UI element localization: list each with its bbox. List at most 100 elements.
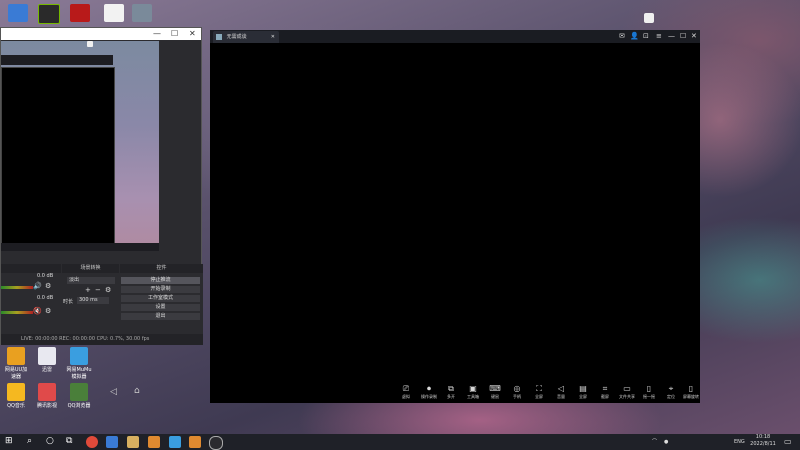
language-indicator[interactable]: ENG <box>734 434 745 450</box>
transition-select[interactable]: 淡出 <box>67 277 115 284</box>
shortcut-label: 网易UU加速器 <box>4 367 28 380</box>
desktop-shortcut-qqmusic[interactable]: QQ音乐 <box>3 383 29 409</box>
remove-icon[interactable]: − <box>95 286 101 294</box>
mixer-meter <box>1 286 33 289</box>
video-icon <box>38 383 56 401</box>
emulator-toolbar: ◁ ⌂ ⎚ 虚拟 ⏺ 操作录制 ⧉ 多开 ▣ 工具箱 ⌨ 键鼠 ◎ 手柄 ⛶ 全屏 ◁ 音量 ▤… <box>110 380 701 403</box>
nvidia-icon[interactable] <box>38 4 60 24</box>
emulator-tab[interactable]: 无需成谈 ✕ <box>213 31 279 43</box>
cortana-icon[interactable]: ○ <box>46 436 54 446</box>
add-icon[interactable]: + <box>85 286 91 294</box>
exit-button[interactable]: 退出 <box>121 313 200 320</box>
stop-stream-button[interactable]: 停止推流 <box>121 277 200 284</box>
gear-icon[interactable]: ⚙ <box>45 307 51 315</box>
search-icon[interactable]: ⌕ <box>27 436 32 446</box>
emulator-titlebar[interactable]: 无需成谈 ✕ ✉ 👤 ⊡ ≡ — ☐ ✕ <box>210 30 700 43</box>
wifi-icon[interactable]: ⌒ <box>652 434 657 450</box>
tool-screenshot[interactable]: ⌗ 截屏 <box>595 384 615 400</box>
maximize-icon[interactable]: ☐ <box>680 32 686 40</box>
settings-button[interactable]: 设置 <box>121 304 200 311</box>
emulator-window[interactable]: 无需成谈 ✕ ✉ 👤 ⊡ ≡ — ☐ ✕ <box>210 30 700 403</box>
computer-icon[interactable] <box>8 4 28 22</box>
tool-record[interactable]: ⏺ 操作录制 <box>419 384 439 400</box>
studio-mode-button[interactable]: 工作室模式 <box>121 295 200 302</box>
qqmusic-icon <box>7 383 25 401</box>
desktop-shortcut-mumu[interactable]: 网易MuMu模拟器 <box>66 347 92 380</box>
desktop-shortcut-thunder[interactable]: 迅雷 <box>34 347 60 373</box>
mumu-taskbar-icon[interactable] <box>169 436 181 448</box>
transition-header: 场景转换 <box>62 264 119 273</box>
app-icon[interactable] <box>106 436 118 448</box>
tool-virtual[interactable]: ⎚ 虚拟 <box>396 384 416 400</box>
tab-title: 无需成谈 <box>226 34 247 40</box>
tool-share[interactable]: ▭ 文件共享 <box>617 384 637 400</box>
tool-keyboard[interactable]: ⌨ 键鼠 <box>485 384 505 400</box>
recycle-bin-icon[interactable] <box>644 13 654 23</box>
tool-gamepad[interactable]: ◎ 手柄 <box>507 384 527 400</box>
back-icon[interactable]: ◁ <box>110 387 117 397</box>
gear-icon[interactable]: ⚙ <box>45 282 51 290</box>
status-text: LIVE: 00:00:00 REC: 00:00:00 CPU: 0.7%, … <box>21 336 150 342</box>
duration-input[interactable]: 300 ms <box>77 297 109 304</box>
app-red-icon[interactable] <box>70 4 90 22</box>
tool-multi[interactable]: ⧉ 多开 <box>441 384 461 400</box>
tool-rotate[interactable]: ▯ 屏幕旋转 <box>681 384 701 400</box>
gear-icon[interactable]: ⚙ <box>105 286 111 294</box>
obs-window[interactable]: — ☐ ✕ 场景转换 控件 0.0 dB 🔊 ⚙ 0.0 dB 🔇 ⚙ 淡出 +… <box>0 27 203 345</box>
obs-taskbar-icon[interactable] <box>209 436 223 450</box>
desktop-shortcut-video[interactable]: 腾讯影视 <box>34 383 60 409</box>
fullscreen-icon: ⛶ <box>536 384 542 393</box>
shake-icon: ▯ <box>646 384 652 393</box>
camera-icon: ⎚ <box>402 384 410 393</box>
tool-toolbox[interactable]: ▣ 工具箱 <box>463 384 483 400</box>
clock-date: 2022/8/11 <box>750 441 776 447</box>
speaker-icon[interactable]: 🔊 <box>33 282 42 290</box>
skin-icon[interactable]: ⊡ <box>643 32 649 40</box>
obs-mini-status <box>1 243 159 251</box>
windows-icon[interactable]: ⊞ <box>5 436 13 446</box>
tool-volume[interactable]: ◁ 音量 <box>551 384 571 400</box>
explorer-icon[interactable] <box>127 436 139 448</box>
gamepad-icon: ◎ <box>513 384 521 393</box>
clock[interactable]: 10:18 2022/8/11 <box>748 434 778 448</box>
mail-icon[interactable]: ✉ <box>619 32 625 40</box>
close-icon[interactable]: ✕ <box>189 29 196 39</box>
desktop-shortcut-browser[interactable]: QQ浏览器 <box>66 383 92 409</box>
tray-icon[interactable]: ● <box>664 434 668 450</box>
notification-icon[interactable]: ▭ <box>784 434 792 450</box>
mixer-header <box>1 264 61 273</box>
rotate-icon: ▯ <box>688 384 694 393</box>
chrome-icon[interactable] <box>86 436 98 448</box>
gallery-icon[interactable] <box>132 4 152 22</box>
mixer-level: 0.0 dB <box>37 273 54 279</box>
mute-icon[interactable]: 🔇 <box>33 307 42 315</box>
minimize-icon[interactable]: — <box>668 32 675 40</box>
taskview-icon[interactable]: ⧉ <box>66 436 72 446</box>
app-icon[interactable] <box>189 436 201 448</box>
maximize-icon[interactable]: ☐ <box>171 29 178 39</box>
toolbox-icon: ▣ <box>469 384 477 393</box>
user-icon[interactable]: 👤 <box>630 32 639 40</box>
desktop-shortcut-uu[interactable]: 网易UU加速器 <box>3 347 29 380</box>
close-icon[interactable]: ✕ <box>691 32 697 40</box>
shortcut-label: QQ音乐 <box>7 403 25 409</box>
app-icon[interactable] <box>148 436 160 448</box>
shortcut-label: 腾讯影视 <box>36 403 57 409</box>
volume-icon: ◁ <box>557 384 565 393</box>
menu-icon[interactable]: ≡ <box>656 32 662 40</box>
document-icon[interactable] <box>104 4 124 22</box>
tool-screen[interactable]: ▤ 全屏 <box>573 384 593 400</box>
mixer-meter <box>1 311 33 314</box>
tool-shake[interactable]: ▯ 摇一摇 <box>639 384 659 400</box>
app-icon <box>216 33 222 40</box>
crop-icon: ⌗ <box>602 384 608 393</box>
tool-fullscreen[interactable]: ⛶ 全屏 <box>529 384 549 400</box>
obs-titlebar[interactable]: — ☐ ✕ <box>1 28 201 40</box>
start-record-button[interactable]: 开始录制 <box>121 286 200 293</box>
emulator-screen[interactable] <box>210 43 700 380</box>
obs-dock: 场景转换 控件 0.0 dB 🔊 ⚙ 0.0 dB 🔇 ⚙ 淡出 + − ⚙ 时… <box>1 264 203 334</box>
tab-close-icon[interactable]: ✕ <box>271 31 275 43</box>
minimize-icon[interactable]: — <box>153 29 161 39</box>
tool-location[interactable]: ⌖ 定位 <box>661 384 681 400</box>
home-icon[interactable]: ⌂ <box>134 386 140 396</box>
